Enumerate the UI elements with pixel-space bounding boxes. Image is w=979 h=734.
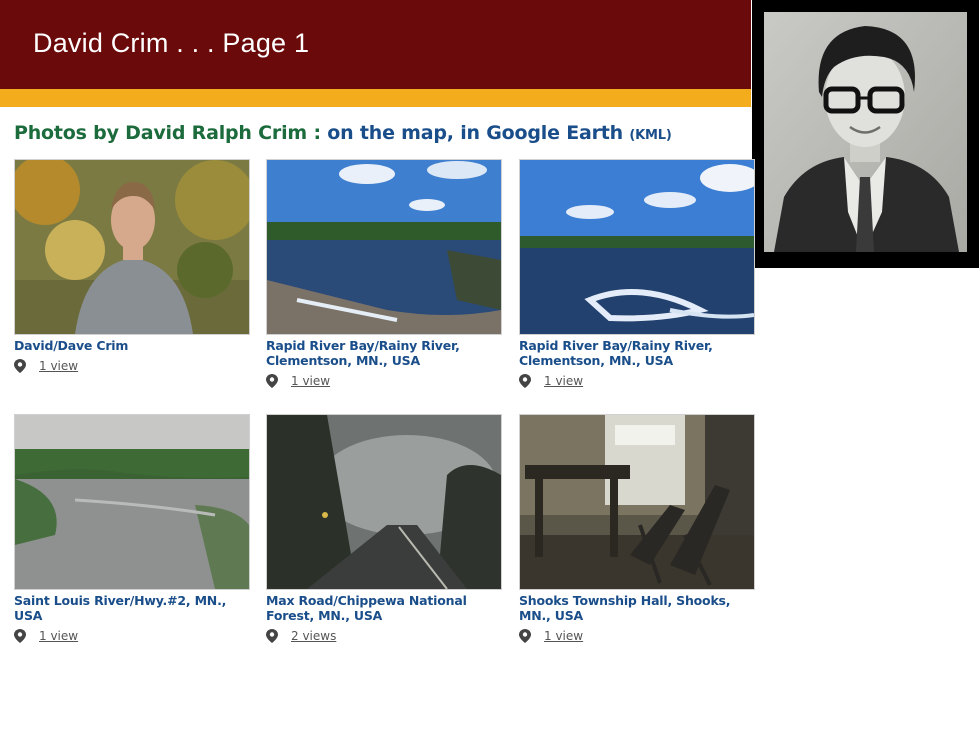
photo-title-link[interactable]: Rapid River Bay/Rainy River, Clementson,… [519,338,755,368]
views-row: 1 view [519,628,583,644]
map-pin-icon[interactable] [266,629,278,643]
map-pin-icon[interactable] [14,629,26,643]
photo-thumbnail[interactable] [14,414,250,590]
views-row: 2 views [266,628,336,644]
accent-bar [0,89,751,107]
views-row: 1 view [519,373,583,389]
views-row: 1 view [14,358,78,374]
views-count-link[interactable]: 1 view [39,359,78,373]
photo-thumbnail[interactable] [14,159,250,335]
map-pin-icon[interactable] [519,374,531,388]
heading-separator: : [313,122,321,144]
views-count-link[interactable]: 1 view [39,629,78,643]
photo-title-link[interactable]: Saint Louis River/Hwy.#2, MN., USA [14,593,250,623]
portrait-photo [764,12,967,252]
photo-title-link[interactable]: Shooks Township Hall, Shooks, MN., USA [519,593,755,623]
photo-title-link[interactable]: David/Dave Crim [14,338,250,353]
photo-title-link[interactable]: Rapid River Bay/Rainy River, Clementson,… [266,338,502,368]
title-banner: David Crim . . . Page 1 [0,0,751,89]
photo-thumbnail[interactable] [519,159,755,335]
views-count-link[interactable]: 2 views [291,629,336,643]
kml-link[interactable]: (KML) [629,128,671,143]
page-heading: Photos by David Ralph Crim : on the map,… [14,122,672,144]
heading-lead: Photos by David Ralph Crim [14,122,308,144]
views-row: 1 view [14,628,78,644]
map-pin-icon[interactable] [266,374,278,388]
views-count-link[interactable]: 1 view [291,374,330,388]
photo-thumbnail[interactable] [266,159,502,335]
on-the-map-link[interactable]: on the map [327,122,447,144]
photo-title-link[interactable]: Max Road/Chippewa National Forest, MN., … [266,593,502,623]
portrait-frame [752,0,979,268]
map-pin-icon[interactable] [14,359,26,373]
views-count-link[interactable]: 1 view [544,629,583,643]
photo-thumbnail[interactable] [266,414,502,590]
photo-thumbnail[interactable] [519,414,755,590]
slide-title: David Crim . . . Page 1 [33,28,310,58]
views-row: 1 view [266,373,330,389]
google-earth-link[interactable]: in Google Earth [460,122,623,144]
map-pin-icon[interactable] [519,629,531,643]
views-count-link[interactable]: 1 view [544,374,583,388]
